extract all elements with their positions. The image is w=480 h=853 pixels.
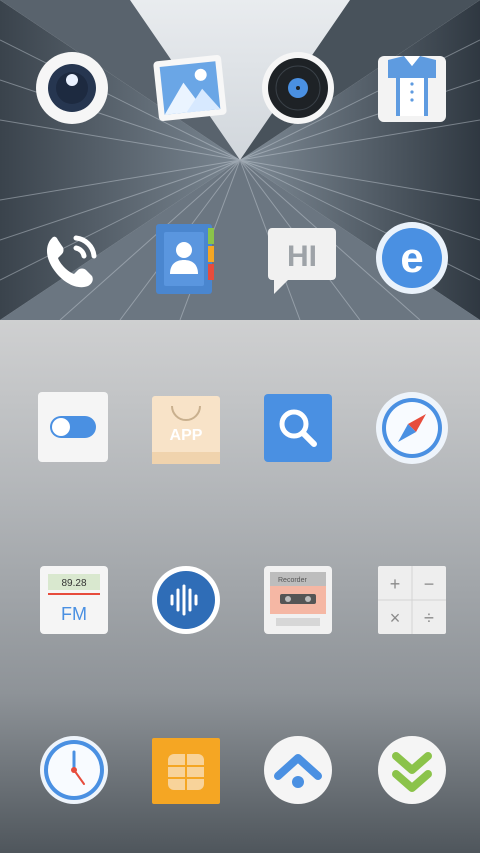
updater-app-icon[interactable] [258,730,338,810]
gallery-app-icon[interactable] [150,48,230,128]
fm-radio-app-icon[interactable]: 89.28 FM [34,560,114,640]
calc-minus-text: − [424,574,435,594]
fm-label-text: FM [61,604,87,624]
messages-app-icon[interactable]: HI [262,220,342,300]
fm-frequency-text: 89.28 [61,578,86,589]
clock-app-icon[interactable] [34,730,114,810]
music-app-icon[interactable] [258,48,338,128]
compass-app-icon[interactable] [372,388,452,468]
recorder-app-icon[interactable]: Recorder [258,560,338,640]
voice-recorder-app-icon[interactable] [146,560,226,640]
recorder-label-text: Recorder [278,577,307,584]
browser-icon-text: e [400,234,423,281]
app-store-icon-text: APP [170,427,203,444]
calc-multiply-text: × [390,608,401,628]
downloads-app-icon[interactable] [372,730,452,810]
browser-app-icon[interactable]: e [372,218,452,298]
phone-app-icon[interactable] [32,220,112,300]
theme-app-icon[interactable] [372,48,452,128]
camera-app-icon[interactable] [32,48,112,128]
calc-plus-text: + [390,574,401,594]
contacts-app-icon[interactable] [150,218,230,298]
search-app-icon[interactable] [258,388,338,468]
calculator-app-icon[interactable]: + − × ÷ [372,560,452,640]
app-store-icon[interactable]: APP [146,388,226,468]
calc-divide-text: ÷ [424,608,434,628]
messages-icon-text: HI [287,240,317,273]
settings-app-icon[interactable] [34,388,114,468]
sim-toolkit-app-icon[interactable] [146,730,226,810]
